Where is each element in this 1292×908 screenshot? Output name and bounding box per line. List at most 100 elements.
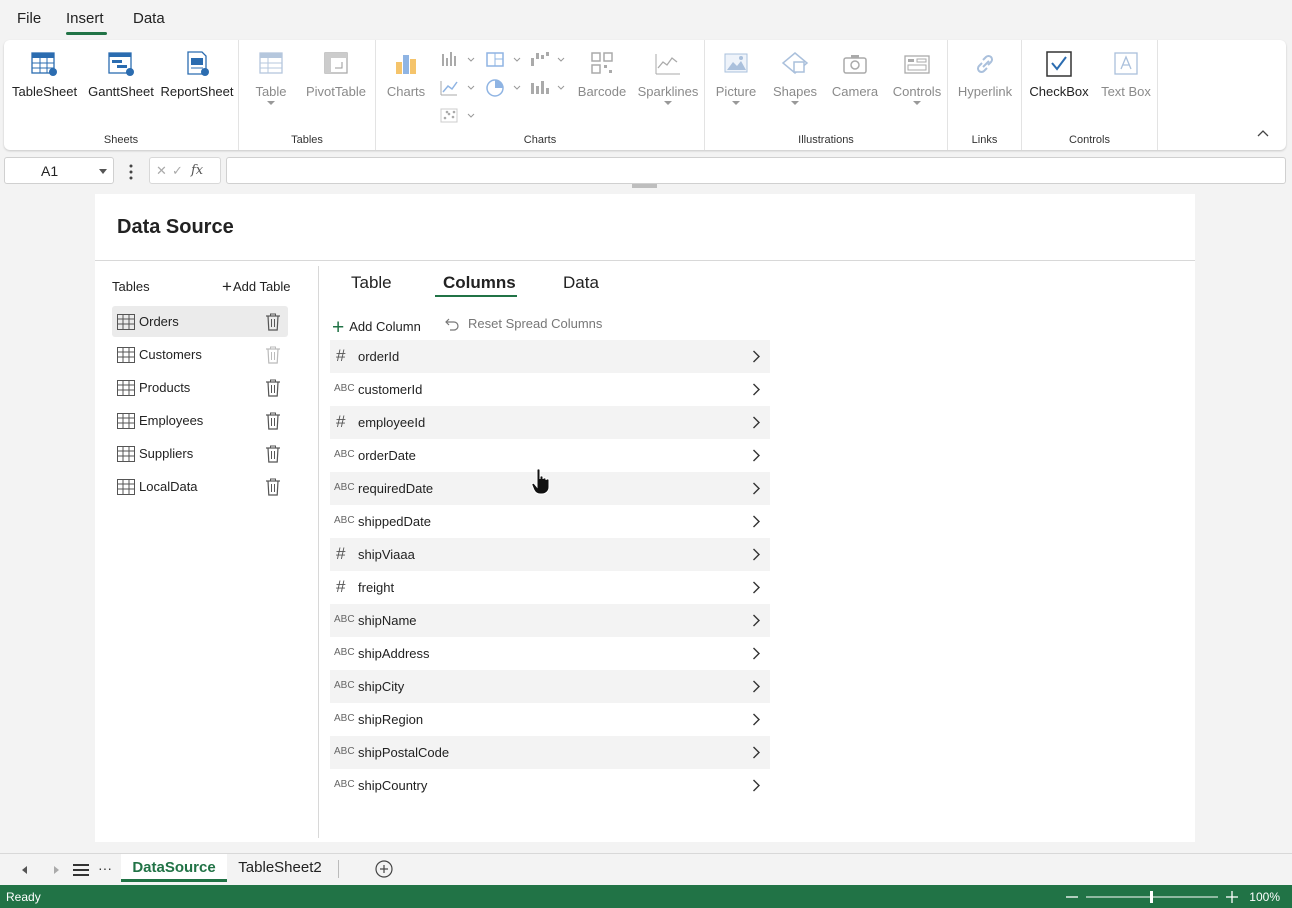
column-name: customerId: [358, 382, 423, 397]
table-item[interactable]: Products: [112, 372, 288, 403]
table-item[interactable]: Orders: [112, 306, 288, 337]
barcode-button[interactable]: Barcode: [574, 50, 630, 99]
menu-insert[interactable]: Insert: [66, 10, 104, 27]
column-row[interactable]: # employeeId: [330, 406, 770, 439]
column-row[interactable]: # shipViaaa: [330, 538, 770, 571]
next-sheet-icon[interactable]: [54, 866, 59, 874]
controls-menu-button[interactable]: Controls: [889, 50, 945, 105]
text-type-icon: ABC: [334, 383, 355, 394]
ribbon-group-controls: CheckBox Text Box Controls: [1022, 40, 1157, 150]
table-button[interactable]: Table: [251, 50, 291, 105]
chevron-right-icon[interactable]: [752, 614, 760, 627]
checkbox-button[interactable]: CheckBox: [1028, 50, 1090, 99]
chevron-right-icon[interactable]: [752, 713, 760, 726]
sparklines-button[interactable]: Sparklines: [636, 50, 700, 105]
controls-menu-label: Controls: [892, 84, 942, 99]
column-row[interactable]: ABC customerId: [330, 373, 770, 406]
chevron-right-icon[interactable]: [752, 449, 760, 462]
shapes-button[interactable]: Shapes: [771, 50, 819, 105]
group-label-charts: Charts: [523, 134, 557, 146]
tab-columns[interactable]: Columns: [443, 273, 516, 293]
camera-button[interactable]: Camera: [829, 50, 881, 99]
enter-icon[interactable]: ✓: [172, 163, 183, 179]
trash-icon[interactable]: [265, 411, 281, 430]
sheet-tab-datasource[interactable]: DataSource: [121, 854, 227, 882]
column-row[interactable]: ABC shipPostalCode: [330, 736, 770, 769]
column-name: shipPostalCode: [358, 745, 450, 760]
add-column-button[interactable]: + Add Column: [332, 316, 421, 340]
ganttsheet-button[interactable]: GanttSheet: [86, 50, 156, 99]
trash-icon[interactable]: [265, 378, 281, 397]
line-chart-icon[interactable]: [438, 78, 478, 98]
chevron-right-icon[interactable]: [752, 548, 760, 561]
column-chart-icon[interactable]: [438, 50, 478, 70]
table-item[interactable]: Employees: [112, 405, 288, 436]
zoom-in-icon[interactable]: [1226, 891, 1238, 903]
column-row[interactable]: ABC shippedDate: [330, 505, 770, 538]
column-row[interactable]: ABC shipName: [330, 604, 770, 637]
waterfall-chart-icon[interactable]: [528, 50, 568, 70]
sheet-tab-tablesheet2[interactable]: TableSheet2: [228, 854, 332, 882]
trash-icon[interactable]: [265, 345, 281, 364]
prev-sheet-icon[interactable]: [22, 866, 27, 874]
column-row[interactable]: # orderId: [330, 340, 770, 373]
scatter-chart-icon[interactable]: [438, 106, 478, 126]
pivottable-button[interactable]: PivotTable: [305, 50, 367, 99]
tablesheet-button[interactable]: TableSheet: [12, 50, 77, 99]
fx-icon[interactable]: fx: [191, 163, 203, 178]
chevron-right-icon[interactable]: [752, 581, 760, 594]
chevron-right-icon[interactable]: [752, 383, 760, 396]
charts-button[interactable]: Charts: [384, 50, 428, 99]
table-name: Products: [139, 380, 191, 395]
zoom-slider[interactable]: [1064, 890, 1240, 904]
more-vertical-icon[interactable]: [126, 163, 136, 181]
column-name: shipViaaa: [358, 547, 415, 562]
textbox-button[interactable]: Text Box: [1098, 50, 1154, 99]
splitter-handle[interactable]: [632, 184, 657, 189]
add-table-button[interactable]: +Add Table: [222, 277, 291, 297]
table-item[interactable]: Suppliers: [112, 438, 288, 469]
cancel-icon[interactable]: ✕: [156, 163, 167, 179]
column-row[interactable]: ABC shipCountry: [330, 769, 770, 802]
all-sheets-icon[interactable]: [73, 863, 89, 877]
column-row[interactable]: ABC shipAddress: [330, 637, 770, 670]
chevron-right-icon[interactable]: [752, 515, 760, 528]
table-name: Orders: [139, 314, 179, 329]
chevron-right-icon[interactable]: [752, 350, 760, 363]
chevron-right-icon[interactable]: [752, 482, 760, 495]
chevron-right-icon[interactable]: [752, 680, 760, 693]
trash-icon[interactable]: [265, 312, 281, 331]
number-type-icon: #: [336, 346, 346, 365]
table-item[interactable]: Customers: [112, 339, 288, 370]
tab-data[interactable]: Data: [563, 273, 599, 293]
column-row[interactable]: # freight: [330, 571, 770, 604]
chevron-right-icon[interactable]: [752, 647, 760, 660]
tab-table[interactable]: Table: [351, 273, 392, 293]
checkbox-icon: [1046, 51, 1072, 77]
hierarchy-chart-icon[interactable]: [484, 50, 524, 70]
zoom-thumb[interactable]: [1150, 891, 1153, 903]
reset-spread-columns-button[interactable]: Reset Spread Columns: [444, 316, 602, 331]
formula-input[interactable]: [226, 157, 1286, 184]
trash-icon[interactable]: [265, 477, 281, 496]
chevron-right-icon[interactable]: [752, 779, 760, 792]
reportsheet-button[interactable]: ReportSheet: [160, 50, 234, 99]
column-row[interactable]: ABC shipRegion: [330, 703, 770, 736]
pie-chart-icon[interactable]: [484, 78, 524, 98]
menu-data[interactable]: Data: [133, 10, 165, 27]
more-sheets-icon[interactable]: ···: [98, 860, 112, 876]
number-type-icon: #: [336, 412, 346, 431]
menu-file[interactable]: File: [17, 10, 41, 27]
statistic-chart-icon[interactable]: [528, 78, 568, 98]
chevron-right-icon[interactable]: [752, 416, 760, 429]
trash-icon[interactable]: [265, 444, 281, 463]
add-sheet-icon[interactable]: [375, 860, 393, 878]
zoom-level[interactable]: 100%: [1249, 890, 1280, 904]
hyperlink-button[interactable]: Hyperlink: [952, 50, 1018, 99]
collapse-ribbon-icon[interactable]: [1256, 126, 1270, 140]
column-row[interactable]: ABC shipCity: [330, 670, 770, 703]
name-box[interactable]: A1: [4, 157, 114, 184]
picture-button[interactable]: Picture: [713, 50, 759, 105]
chevron-right-icon[interactable]: [752, 746, 760, 759]
table-item[interactable]: LocalData: [112, 471, 288, 502]
